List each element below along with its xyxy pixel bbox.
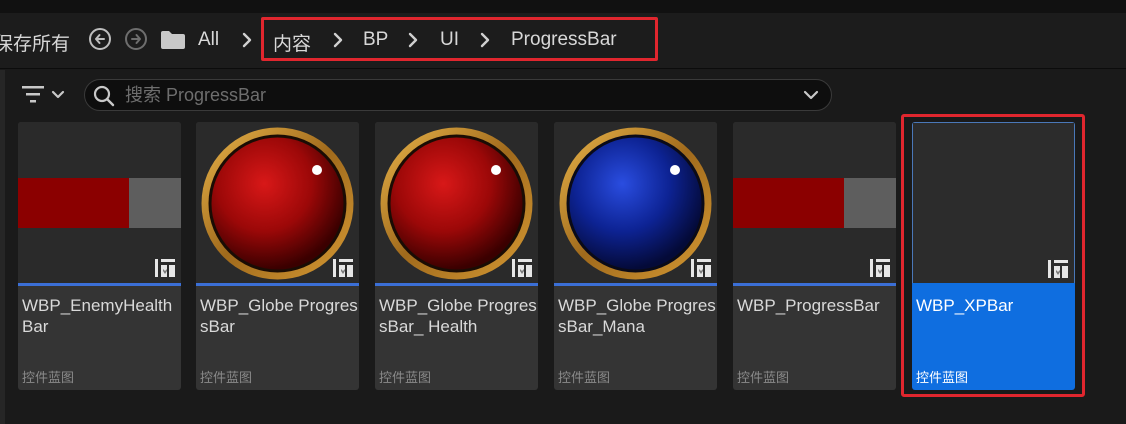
- asset-thumbnail: [733, 122, 896, 283]
- chevron-down-icon[interactable]: [803, 89, 819, 101]
- asset-name: WBP_Globe ProgressBar_Mana: [558, 296, 716, 336]
- selection-highlight-box: [901, 114, 1085, 397]
- asset-thumbnail: [554, 122, 717, 283]
- asset-type-stripe: [554, 283, 717, 286]
- asset-name: WBP_ProgressBar: [737, 296, 880, 315]
- progress-background: [844, 178, 896, 228]
- asset-type-stripe: [196, 283, 359, 286]
- asset-thumbnail: [375, 122, 538, 283]
- asset-type-label: 控件蓝图: [558, 370, 611, 385]
- asset-thumbnail: [196, 122, 359, 283]
- asset-name: WBP_EnemyHealth Bar: [22, 296, 173, 336]
- save-all-button[interactable]: 保存所有: [0, 29, 70, 56]
- progress-background: [129, 178, 181, 228]
- asset-type-label: 控件蓝图: [379, 370, 432, 385]
- asset-tile[interactable]: WBP_Globe ProgressBar_Mana 控件蓝图: [554, 122, 717, 390]
- breadcrumb-highlight-box: [261, 17, 658, 61]
- progress-fill: [733, 178, 844, 228]
- chevron-right-icon[interactable]: [240, 31, 254, 49]
- progress-fill: [18, 178, 129, 228]
- asset-type-stripe: [18, 283, 181, 286]
- asset-thumbnail: [18, 122, 181, 283]
- left-panel-edge: [0, 70, 5, 424]
- widget-blueprint-icon: [155, 259, 175, 277]
- breadcrumb-item-all[interactable]: All: [198, 29, 219, 51]
- widget-blueprint-icon: [512, 259, 532, 277]
- asset-type-stripe: [733, 283, 896, 286]
- asset-type-stripe: [375, 283, 538, 286]
- arrow-left-circle-icon: [95, 34, 105, 44]
- asset-tile[interactable]: WBP_Globe ProgressBar 控件蓝图: [196, 122, 359, 390]
- search-box[interactable]: [84, 79, 832, 111]
- filter-icon[interactable]: [20, 84, 70, 106]
- asset-type-label: 控件蓝图: [200, 370, 253, 385]
- forward-button[interactable]: [125, 28, 147, 50]
- asset-tile[interactable]: WBP_Globe ProgressBar_ Health 控件蓝图: [375, 122, 538, 390]
- asset-type-label: 控件蓝图: [737, 370, 790, 385]
- window-top-strip: [0, 0, 1126, 13]
- search-input[interactable]: [125, 83, 785, 107]
- widget-blueprint-icon: [333, 259, 353, 277]
- back-button[interactable]: [89, 28, 111, 50]
- arrow-right-circle-icon: [131, 34, 141, 44]
- asset-type-label: 控件蓝图: [22, 370, 75, 385]
- chevron-down-icon: [51, 90, 65, 99]
- widget-blueprint-icon: [691, 259, 711, 277]
- asset-tile[interactable]: WBP_EnemyHealth Bar 控件蓝图: [18, 122, 181, 390]
- search-icon: [93, 85, 115, 107]
- asset-tile[interactable]: WBP_ProgressBar 控件蓝图: [733, 122, 896, 390]
- folder-icon[interactable]: [160, 30, 186, 50]
- widget-blueprint-icon: [870, 259, 890, 277]
- asset-name: WBP_Globe ProgressBar_ Health: [379, 296, 537, 336]
- asset-name: WBP_Globe ProgressBar: [200, 296, 358, 336]
